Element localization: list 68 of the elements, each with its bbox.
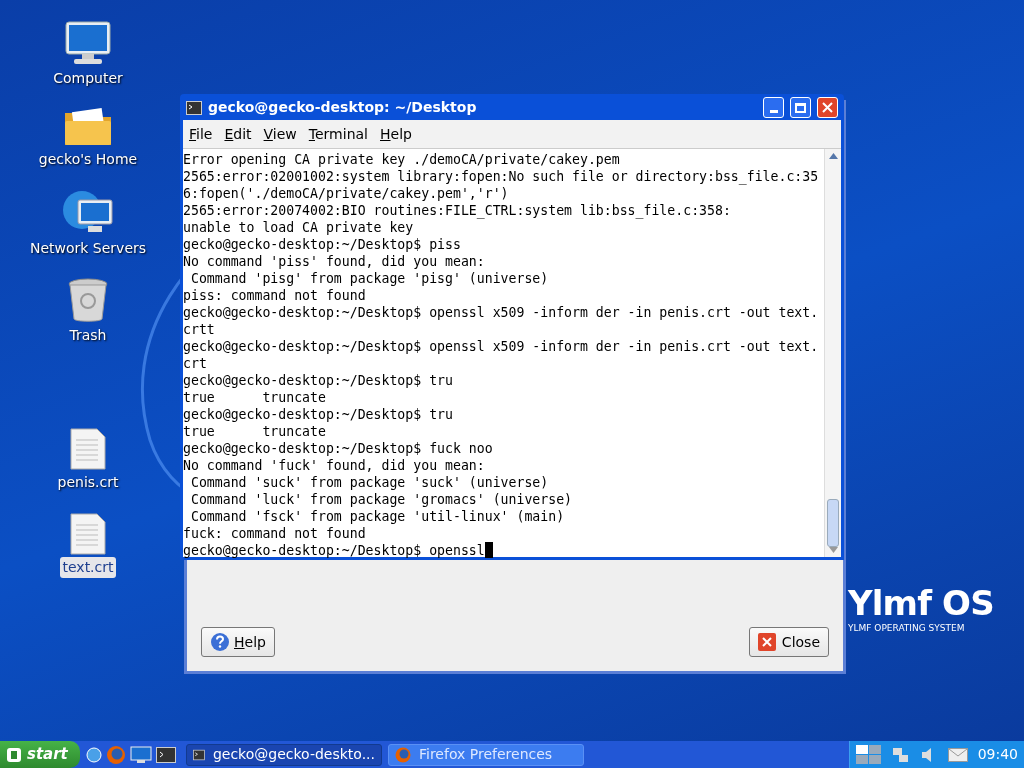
terminal-line: crt: [183, 355, 207, 372]
help-button[interactable]: Help: [201, 627, 275, 657]
terminal-line: gecko@gecko-desktop:~/Desktop$ piss: [183, 236, 461, 253]
terminal-line: Error opening CA private key ./demoCA/private/cakey.pem: [183, 151, 620, 168]
close-icon: [757, 633, 776, 651]
close-window-button[interactable]: [817, 97, 838, 118]
scroll-up-icon[interactable]: [828, 153, 838, 159]
terminal-line: gecko@gecko-desktop:~/Desktop$ tru: [183, 406, 453, 423]
terminal-line: Command 'luck' from package 'gromacs' (universe): [189, 491, 573, 508]
menu-item[interactable]: View: [263, 123, 297, 145]
terminal-line: crtt: [183, 321, 215, 338]
close-icon: [822, 102, 833, 113]
terminal-line: 2565:error:02001002:system library:fopen:No such file or directory:bss_file.c:35: [183, 168, 819, 185]
terminal-line: No command 'fuck' found, did you mean:: [183, 457, 485, 474]
terminal-line: Command 'pisg' from package 'pisg' (universe): [189, 270, 549, 287]
terminal-line: 6:fopen('./demoCA/private/cakey.pem','r'): [183, 185, 509, 202]
terminal-line: gecko@gecko-desktop:~/Desktop$ fuck noo: [183, 440, 493, 457]
terminal-line: unable to load CA private key: [183, 219, 414, 236]
document-icon: [70, 428, 106, 470]
terminal-line: true truncate: [183, 423, 326, 440]
taskbar-button[interactable]: gecko@gecko-deskto...: [186, 743, 382, 766]
desktop-icon-label[interactable]: Computer: [51, 68, 125, 89]
logo-tagline: YLMF OPERATING SYSTEM: [848, 622, 966, 634]
clock[interactable]: 09:40: [977, 744, 1018, 765]
text-cursor: [484, 542, 493, 558]
menu-item[interactable]: Edit: [224, 123, 252, 145]
monitor-icon: [64, 20, 112, 66]
folder-icon: [63, 107, 113, 147]
terminal-line: No command 'piss' found, did you mean:: [183, 253, 485, 270]
terminal-line: true truncate: [183, 389, 326, 406]
desktop-icon-label[interactable]: text.crt: [60, 557, 116, 578]
terminal-icon[interactable]: [156, 746, 176, 763]
terminal-line: fuck: command not found: [183, 525, 366, 542]
maximize-icon: [795, 102, 806, 113]
desktop-icon-label[interactable]: Network Servers: [27, 238, 149, 259]
mail-icon[interactable]: [947, 747, 968, 762]
menu-item[interactable]: Terminal: [308, 123, 368, 145]
terminal-icon: [193, 747, 205, 762]
monitor-icon[interactable]: [130, 745, 152, 764]
terminal-line: gecko@gecko-desktop:~/Desktop$ tru: [183, 372, 453, 389]
network-icon[interactable]: [891, 745, 910, 764]
menu-item[interactable]: File: [189, 123, 213, 145]
logo-title: Ylmf OS: [848, 584, 994, 622]
terminal-line: piss: command not found: [183, 287, 366, 304]
terminal-line: gecko@gecko-desktop:~/Desktop$ openssl x509 -inform der -in penis.crt -out text.: [183, 338, 819, 355]
globe-icon: [395, 746, 411, 763]
scrollbar-thumb[interactable]: [827, 499, 839, 547]
terminal-line: 2565:error:20074002:BIO routines:FILE_CTRL:system lib:bss_file.c:358:: [183, 202, 731, 219]
terminal-line: Command 'fsck' from package 'util-linux' (main): [189, 508, 565, 525]
desktop-icon-label[interactable]: penis.crt: [55, 472, 121, 493]
window-title: gecko@gecko-desktop: ~/Desktop: [208, 98, 478, 117]
terminal-line: Command 'suck' from package 'suck' (universe): [189, 474, 549, 491]
logo-icon: [6, 746, 22, 763]
document-icon: [70, 513, 106, 555]
trash-icon: [67, 277, 109, 323]
desktop-icon-label[interactable]: Trash: [67, 325, 109, 346]
help-icon: [210, 632, 230, 652]
maximize-button[interactable]: [790, 97, 811, 118]
close-button[interactable]: Close: [748, 627, 829, 657]
terminal-line: gecko@gecko-desktop:~/Desktop$ openssl x509 -inform der -in penis.crt -out text.: [183, 304, 819, 321]
desktop-icon-label[interactable]: gecko's Home: [36, 149, 140, 170]
minimize-button[interactable]: [763, 97, 784, 118]
menu-item[interactable]: Help: [380, 123, 412, 145]
terminal-line: gecko@gecko-desktop:~/Desktop$ openssl: [183, 542, 485, 559]
terminal-icon: [186, 100, 202, 115]
workspace-switcher-icon[interactable]: [855, 744, 882, 765]
scrollbar[interactable]: [824, 149, 841, 557]
minimize-icon: [769, 110, 778, 113]
